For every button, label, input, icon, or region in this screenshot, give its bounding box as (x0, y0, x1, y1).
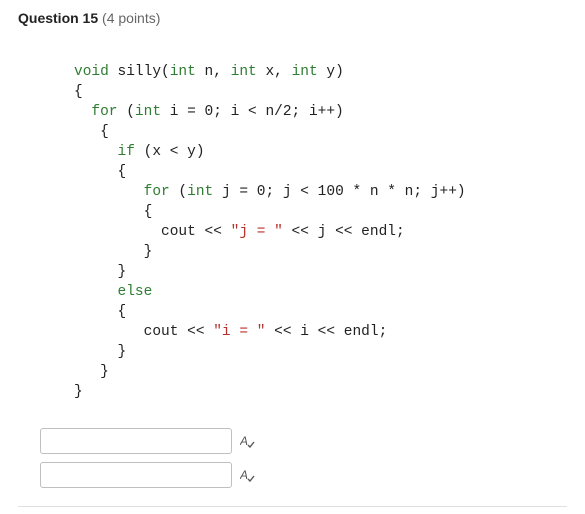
svg-text:A: A (240, 434, 248, 448)
code-block: void silly(int n, int x, int y) { for (i… (74, 62, 567, 402)
answer-row-2: A (40, 462, 567, 488)
answer-field-1[interactable] (40, 428, 232, 454)
question-number: Question 15 (18, 10, 98, 26)
answer-inputs: A A (40, 428, 567, 488)
question-header: Question 15 (4 points) (18, 10, 567, 26)
spellcheck-icon[interactable]: A (240, 434, 256, 448)
answer-row-1: A (40, 428, 567, 454)
spellcheck-icon[interactable]: A (240, 468, 256, 482)
question-points: (4 points) (102, 10, 160, 26)
answer-field-2[interactable] (40, 462, 232, 488)
divider (18, 506, 567, 507)
svg-text:A: A (240, 468, 248, 482)
